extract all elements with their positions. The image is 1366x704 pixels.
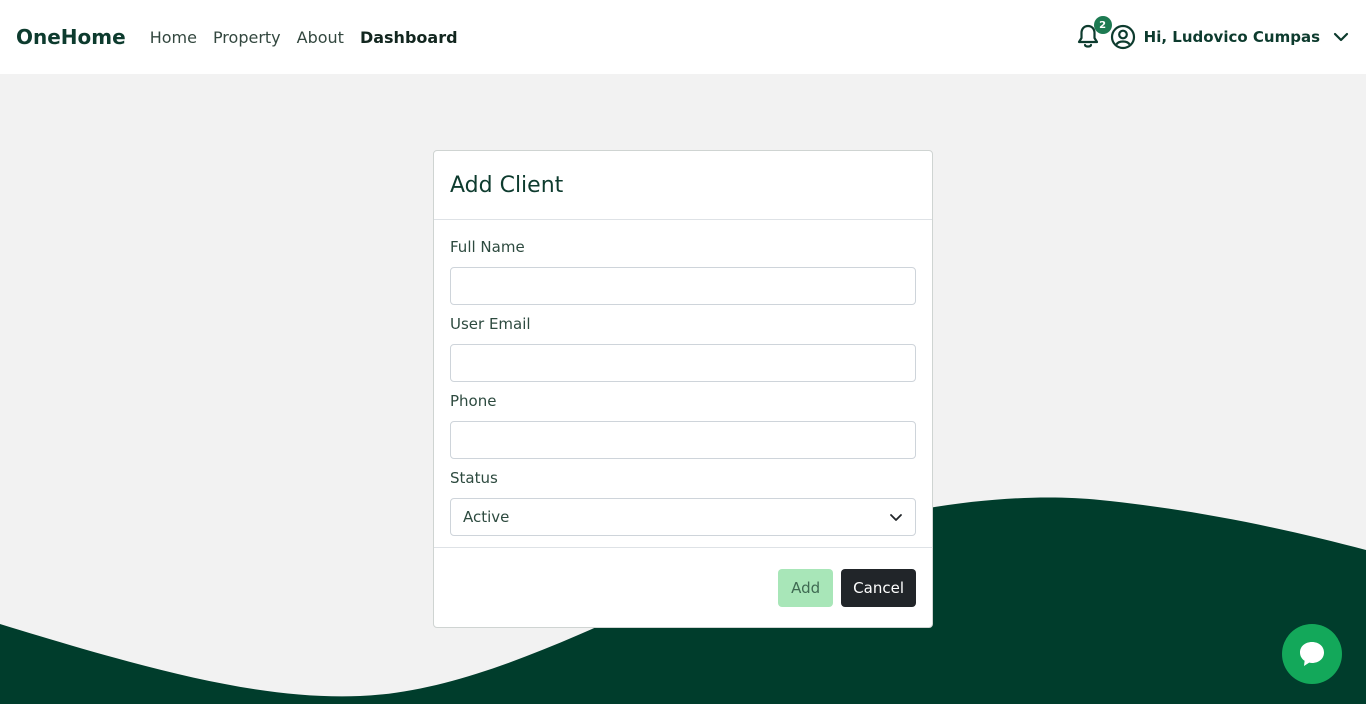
add-client-modal: Add Client Full Name User Email Phone St…: [433, 150, 933, 628]
phone-label: Phone: [450, 392, 497, 410]
email-label: User Email: [450, 315, 531, 333]
add-button[interactable]: Add: [778, 568, 834, 607]
status-label: Status: [450, 469, 498, 487]
modal-body: Full Name User Email Phone Status Active: [434, 220, 932, 536]
nav-links: Home Property About Dashboard: [150, 28, 458, 47]
chat-button[interactable]: [1282, 624, 1342, 684]
cancel-button[interactable]: Cancel: [841, 568, 916, 607]
nav-link-dashboard[interactable]: Dashboard: [360, 28, 458, 47]
brand-logo[interactable]: OneHome: [16, 25, 126, 49]
user-circle-icon[interactable]: [1110, 24, 1136, 50]
nav-link-about[interactable]: About: [297, 28, 344, 47]
top-navbar: OneHome Home Property About Dashboard 2 …: [0, 0, 1366, 74]
notification-badge: 2: [1093, 16, 1112, 34]
full-name-input[interactable]: [450, 267, 916, 305]
user-greeting[interactable]: Hi, Ludovico Cumpas: [1144, 28, 1320, 46]
chevron-down-icon[interactable]: [1332, 28, 1350, 46]
phone-input[interactable]: [450, 421, 916, 459]
nav-user-area: 2 Hi, Ludovico Cumpas: [1076, 16, 1350, 50]
chat-bubble-icon: [1300, 642, 1324, 666]
chevron-down-icon: [890, 514, 902, 521]
nav-link-home[interactable]: Home: [150, 28, 197, 47]
modal-header: Add Client: [434, 151, 932, 220]
email-input[interactable]: [450, 344, 916, 382]
modal-footer: Add Cancel: [434, 547, 932, 627]
status-select-value: Active: [463, 508, 510, 526]
notification-button[interactable]: 2: [1076, 16, 1112, 50]
modal-title: Add Client: [450, 172, 564, 198]
status-select[interactable]: Active: [450, 498, 916, 536]
nav-link-property[interactable]: Property: [213, 28, 281, 47]
full-name-label: Full Name: [450, 238, 525, 256]
